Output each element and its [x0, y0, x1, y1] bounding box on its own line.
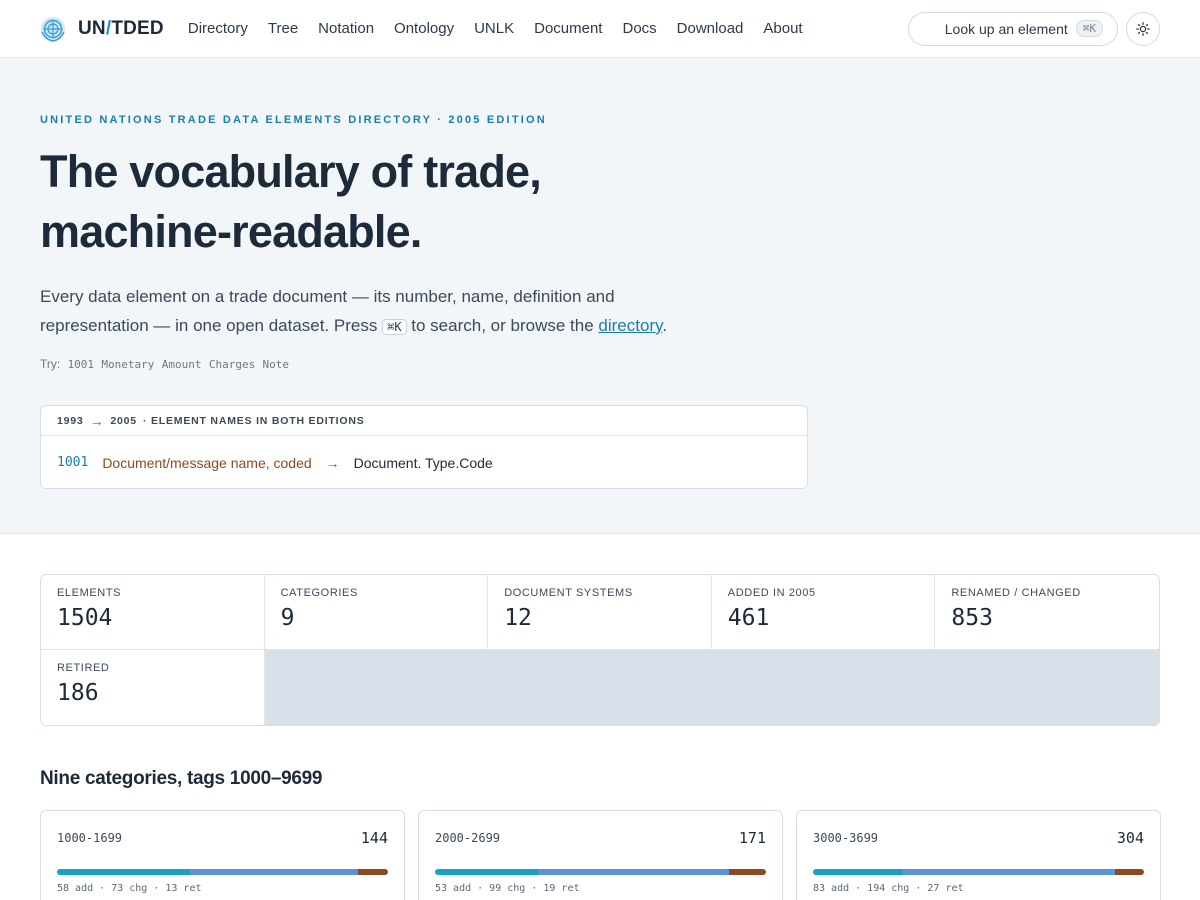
crosswalk-from-year: 1993: [57, 414, 84, 427]
stat-value: 186: [57, 680, 99, 706]
bar-added: [435, 869, 538, 875]
sun-icon: [1136, 21, 1150, 36]
stat-document-systems: Document systems 12: [488, 575, 712, 650]
stat-elements: Elements 1504: [41, 575, 265, 650]
lede-shortcut-kbd: ⌘K: [382, 319, 407, 335]
arrow-right-icon: →: [325, 454, 340, 471]
main-nav: Directory Tree Notation Ontology UNLK Do…: [188, 20, 803, 37]
category-total: 171: [738, 829, 766, 847]
stat-label: Added in 2005: [727, 587, 816, 599]
try-chip[interactable]: Note: [263, 358, 290, 371]
shortcut-badge: ⌘K: [1075, 20, 1103, 37]
hero-title-line2: machine-readable.: [40, 206, 422, 257]
crosswalk-card: 1993 → 2005 · ELEMENT NAMES IN BOTH EDIT…: [40, 405, 808, 489]
stat-retired: Retired 186: [41, 650, 265, 725]
search-label: Look up an element: [944, 20, 1068, 37]
nav-directory[interactable]: Directory: [188, 20, 248, 37]
nav-ontology[interactable]: Ontology: [394, 20, 454, 37]
old-element-name: Document/message name, coded: [102, 454, 312, 471]
try-chip[interactable]: Charges: [209, 358, 255, 371]
stats-grid: Elements 1504 Categories 9 Document syst…: [40, 574, 1160, 726]
category-range: 2000-2699: [435, 831, 501, 845]
bar-retired: [1114, 869, 1144, 875]
bar-added: [813, 869, 904, 875]
try-chip[interactable]: Amount: [162, 358, 202, 371]
stat-value: 461: [727, 605, 770, 631]
nav-tree[interactable]: Tree: [268, 20, 298, 37]
bar-changed: [190, 869, 359, 875]
stat-added: Added in 2005 461: [711, 575, 936, 650]
theme-toggle-button[interactable]: [1126, 11, 1160, 46]
crosswalk-to-year: 2005: [110, 414, 137, 427]
category-total: 304: [1116, 829, 1144, 847]
stat-label: Document systems: [504, 587, 633, 599]
category-range: 1000-1699: [57, 831, 123, 845]
nav-unlk[interactable]: UNLK: [474, 20, 514, 37]
category-legend: 53 add · 99 chg · 19 ret: [435, 883, 580, 894]
stat-label: Renamed / Changed: [951, 587, 1081, 599]
try-examples: Try: 1001 Monetary Amount Charges Note: [40, 357, 1160, 371]
category-total: 144: [360, 829, 388, 847]
nav-notation[interactable]: Notation: [318, 20, 374, 37]
un-emblem-icon: [41, 16, 65, 42]
category-card[interactable]: 1000-1699 144 58 add · 73 chg · 13 ret: [40, 810, 405, 900]
hero-eyebrow: United Nations Trade Data Elements Direc…: [40, 114, 547, 126]
category-card[interactable]: 3000-3699 304 83 add · 194 chg · 27 ret: [796, 810, 1161, 900]
stat-value: 1504: [57, 605, 113, 631]
arrow-right-icon: →: [89, 412, 105, 429]
top-bar: UN/TDED Directory Tree Notation Ontology…: [0, 0, 1200, 58]
stat-value: 12: [504, 605, 532, 631]
try-label: Try:: [40, 357, 61, 371]
hero-title: The vocabulary of trade, machine-readabl…: [40, 142, 1160, 262]
directory-link[interactable]: directory: [598, 316, 662, 335]
bar-changed: [537, 869, 730, 875]
site-logo[interactable]: UN/TDED: [40, 16, 164, 42]
try-chip[interactable]: 1001: [68, 358, 95, 371]
lede-end: .: [662, 316, 668, 335]
bar-changed: [903, 869, 1115, 875]
crosswalk-row[interactable]: 1001 Document/message name, coded → Docu…: [41, 436, 807, 489]
crosswalk-header: 1993 → 2005 · ELEMENT NAMES IN BOTH EDIT…: [41, 406, 807, 436]
stat-renamed: Renamed / Changed 853: [935, 575, 1159, 650]
hero-section: United Nations Trade Data Elements Direc…: [0, 58, 1200, 534]
nav-about[interactable]: About: [763, 20, 802, 37]
categories-grid: 1000-1699 144 58 add · 73 chg · 13 ret 2…: [40, 810, 1161, 900]
categories-heading: Nine categories, tags 1000–9699: [40, 768, 323, 789]
hero-title-line1: The vocabulary of trade,: [40, 146, 542, 197]
new-element-name: Document. Type.Code: [353, 454, 493, 471]
stat-value: 9: [280, 605, 295, 631]
stat-categories: Categories 9: [264, 575, 489, 650]
category-breakdown-bar: [813, 869, 1144, 875]
category-range: 3000-3699: [813, 831, 879, 845]
bar-retired: [729, 869, 766, 875]
element-lookup-button[interactable]: Look up an element ⌘K: [908, 11, 1118, 46]
crosswalk-heading: · ELEMENT NAMES IN BOTH EDITIONS: [142, 414, 365, 427]
stat-value: 853: [951, 605, 993, 631]
nav-download[interactable]: Download: [677, 20, 744, 37]
stat-label: Retired: [57, 662, 110, 674]
hero-lede: Every data element on a trade document —…: [40, 282, 700, 342]
stats-empty-area: [264, 650, 1159, 725]
nav-document[interactable]: Document: [534, 20, 602, 37]
nav-docs[interactable]: Docs: [622, 20, 656, 37]
element-code: 1001: [57, 455, 89, 470]
lede-text-2: to search, or browse the: [406, 316, 599, 335]
stat-label: Elements: [57, 587, 122, 599]
bar-retired: [358, 869, 388, 875]
stat-label: Categories: [280, 587, 358, 599]
try-chip[interactable]: Monetary: [101, 358, 154, 371]
category-legend: 58 add · 73 chg · 13 ret: [57, 883, 202, 894]
category-legend: 83 add · 194 chg · 27 ret: [813, 883, 964, 894]
category-card[interactable]: 2000-2699 171 53 add · 99 chg · 19 ret: [418, 810, 783, 900]
logo-wordmark: UN/TDED: [78, 17, 164, 39]
category-breakdown-bar: [57, 869, 388, 875]
category-breakdown-bar: [435, 869, 766, 875]
bar-added: [57, 869, 191, 875]
